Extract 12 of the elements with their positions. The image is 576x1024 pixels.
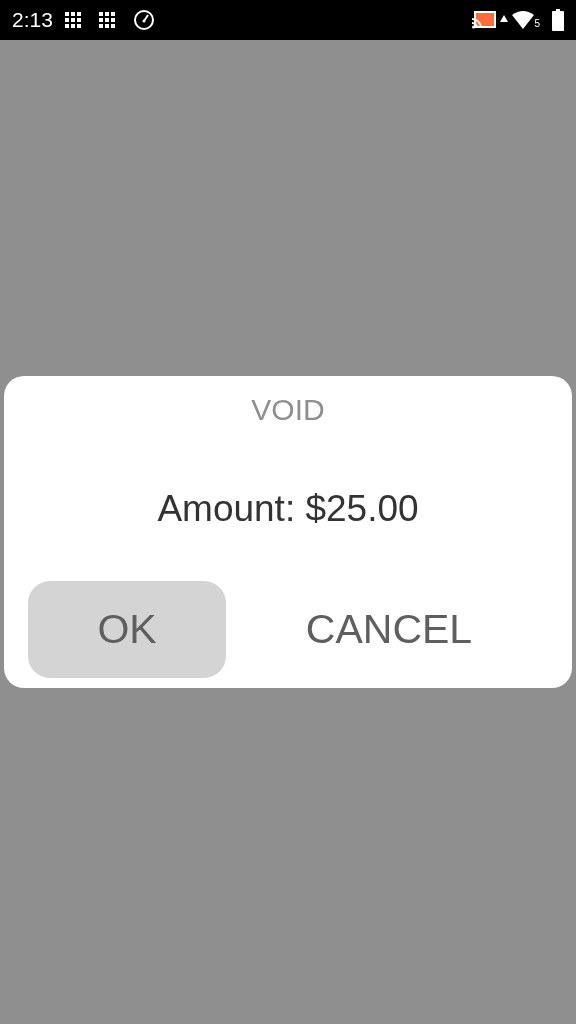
grid-icon xyxy=(64,12,81,28)
dialog-title: VOID xyxy=(251,392,325,428)
grid-icon xyxy=(98,12,115,28)
wifi-icon xyxy=(512,11,535,29)
status-time: 2:13 xyxy=(12,7,53,34)
upload-arrow-icon xyxy=(500,15,509,23)
ok-button[interactable]: OK xyxy=(28,581,226,678)
wifi-level-label: 5 xyxy=(534,19,540,29)
gauge-icon xyxy=(132,9,155,31)
dialog-message: Amount: $25.00 xyxy=(157,487,419,531)
cast-icon xyxy=(472,11,497,29)
battery-icon xyxy=(552,9,564,31)
